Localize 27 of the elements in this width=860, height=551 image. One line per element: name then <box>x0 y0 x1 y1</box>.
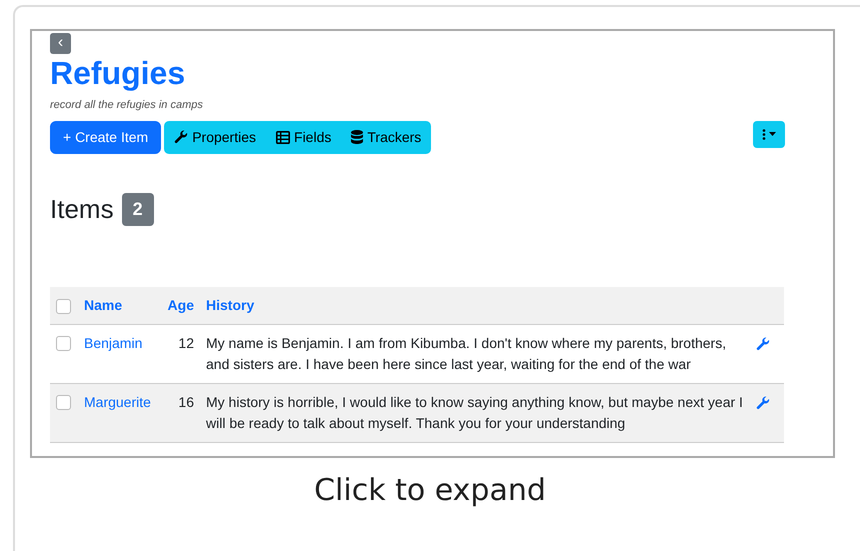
wrench-icon <box>174 130 188 144</box>
fields-button[interactable]: Fields <box>266 120 342 154</box>
create-item-button[interactable]: + Create Item <box>50 120 162 154</box>
table-icon <box>276 130 290 144</box>
wrench-icon[interactable] <box>756 336 770 351</box>
kebab-icon <box>762 128 766 140</box>
page-subtitle: record all the refugies in camps <box>50 98 204 114</box>
column-header[interactable]: History <box>206 296 254 313</box>
trackers-button[interactable]: Trackers <box>341 120 432 154</box>
select-all-checkbox[interactable] <box>56 299 71 314</box>
caret-icon <box>769 132 776 136</box>
name-link[interactable]: Benjamin <box>84 334 142 351</box>
database-icon <box>351 130 364 144</box>
more-options-button[interactable] <box>753 120 785 148</box>
wrench-icon[interactable] <box>756 396 770 410</box>
back-button[interactable]: ‹ <box>50 33 71 54</box>
row-checkbox[interactable] <box>56 336 71 351</box>
expand-caption: Click to expand <box>313 472 547 510</box>
history-cell: My history is horrible, I would like to know saying anything know, but maybe next year I will be ready to talk about myself. Thank you for your understanding <box>206 394 743 431</box>
age-cell: 12 <box>178 334 194 351</box>
items-heading: Items <box>50 192 114 226</box>
item-count: 2 <box>122 192 154 226</box>
properties-button[interactable]: Properties <box>164 120 266 154</box>
page-title: Refugies <box>50 56 186 92</box>
history-cell: My name is Benjamin. I am from Kibumba. I don't know where my parents, brothers, and sisters are. I have been here since last year, waiting for the end of the war <box>206 334 726 372</box>
row-checkbox[interactable] <box>56 394 71 410</box>
age-cell: 16 <box>178 394 194 410</box>
